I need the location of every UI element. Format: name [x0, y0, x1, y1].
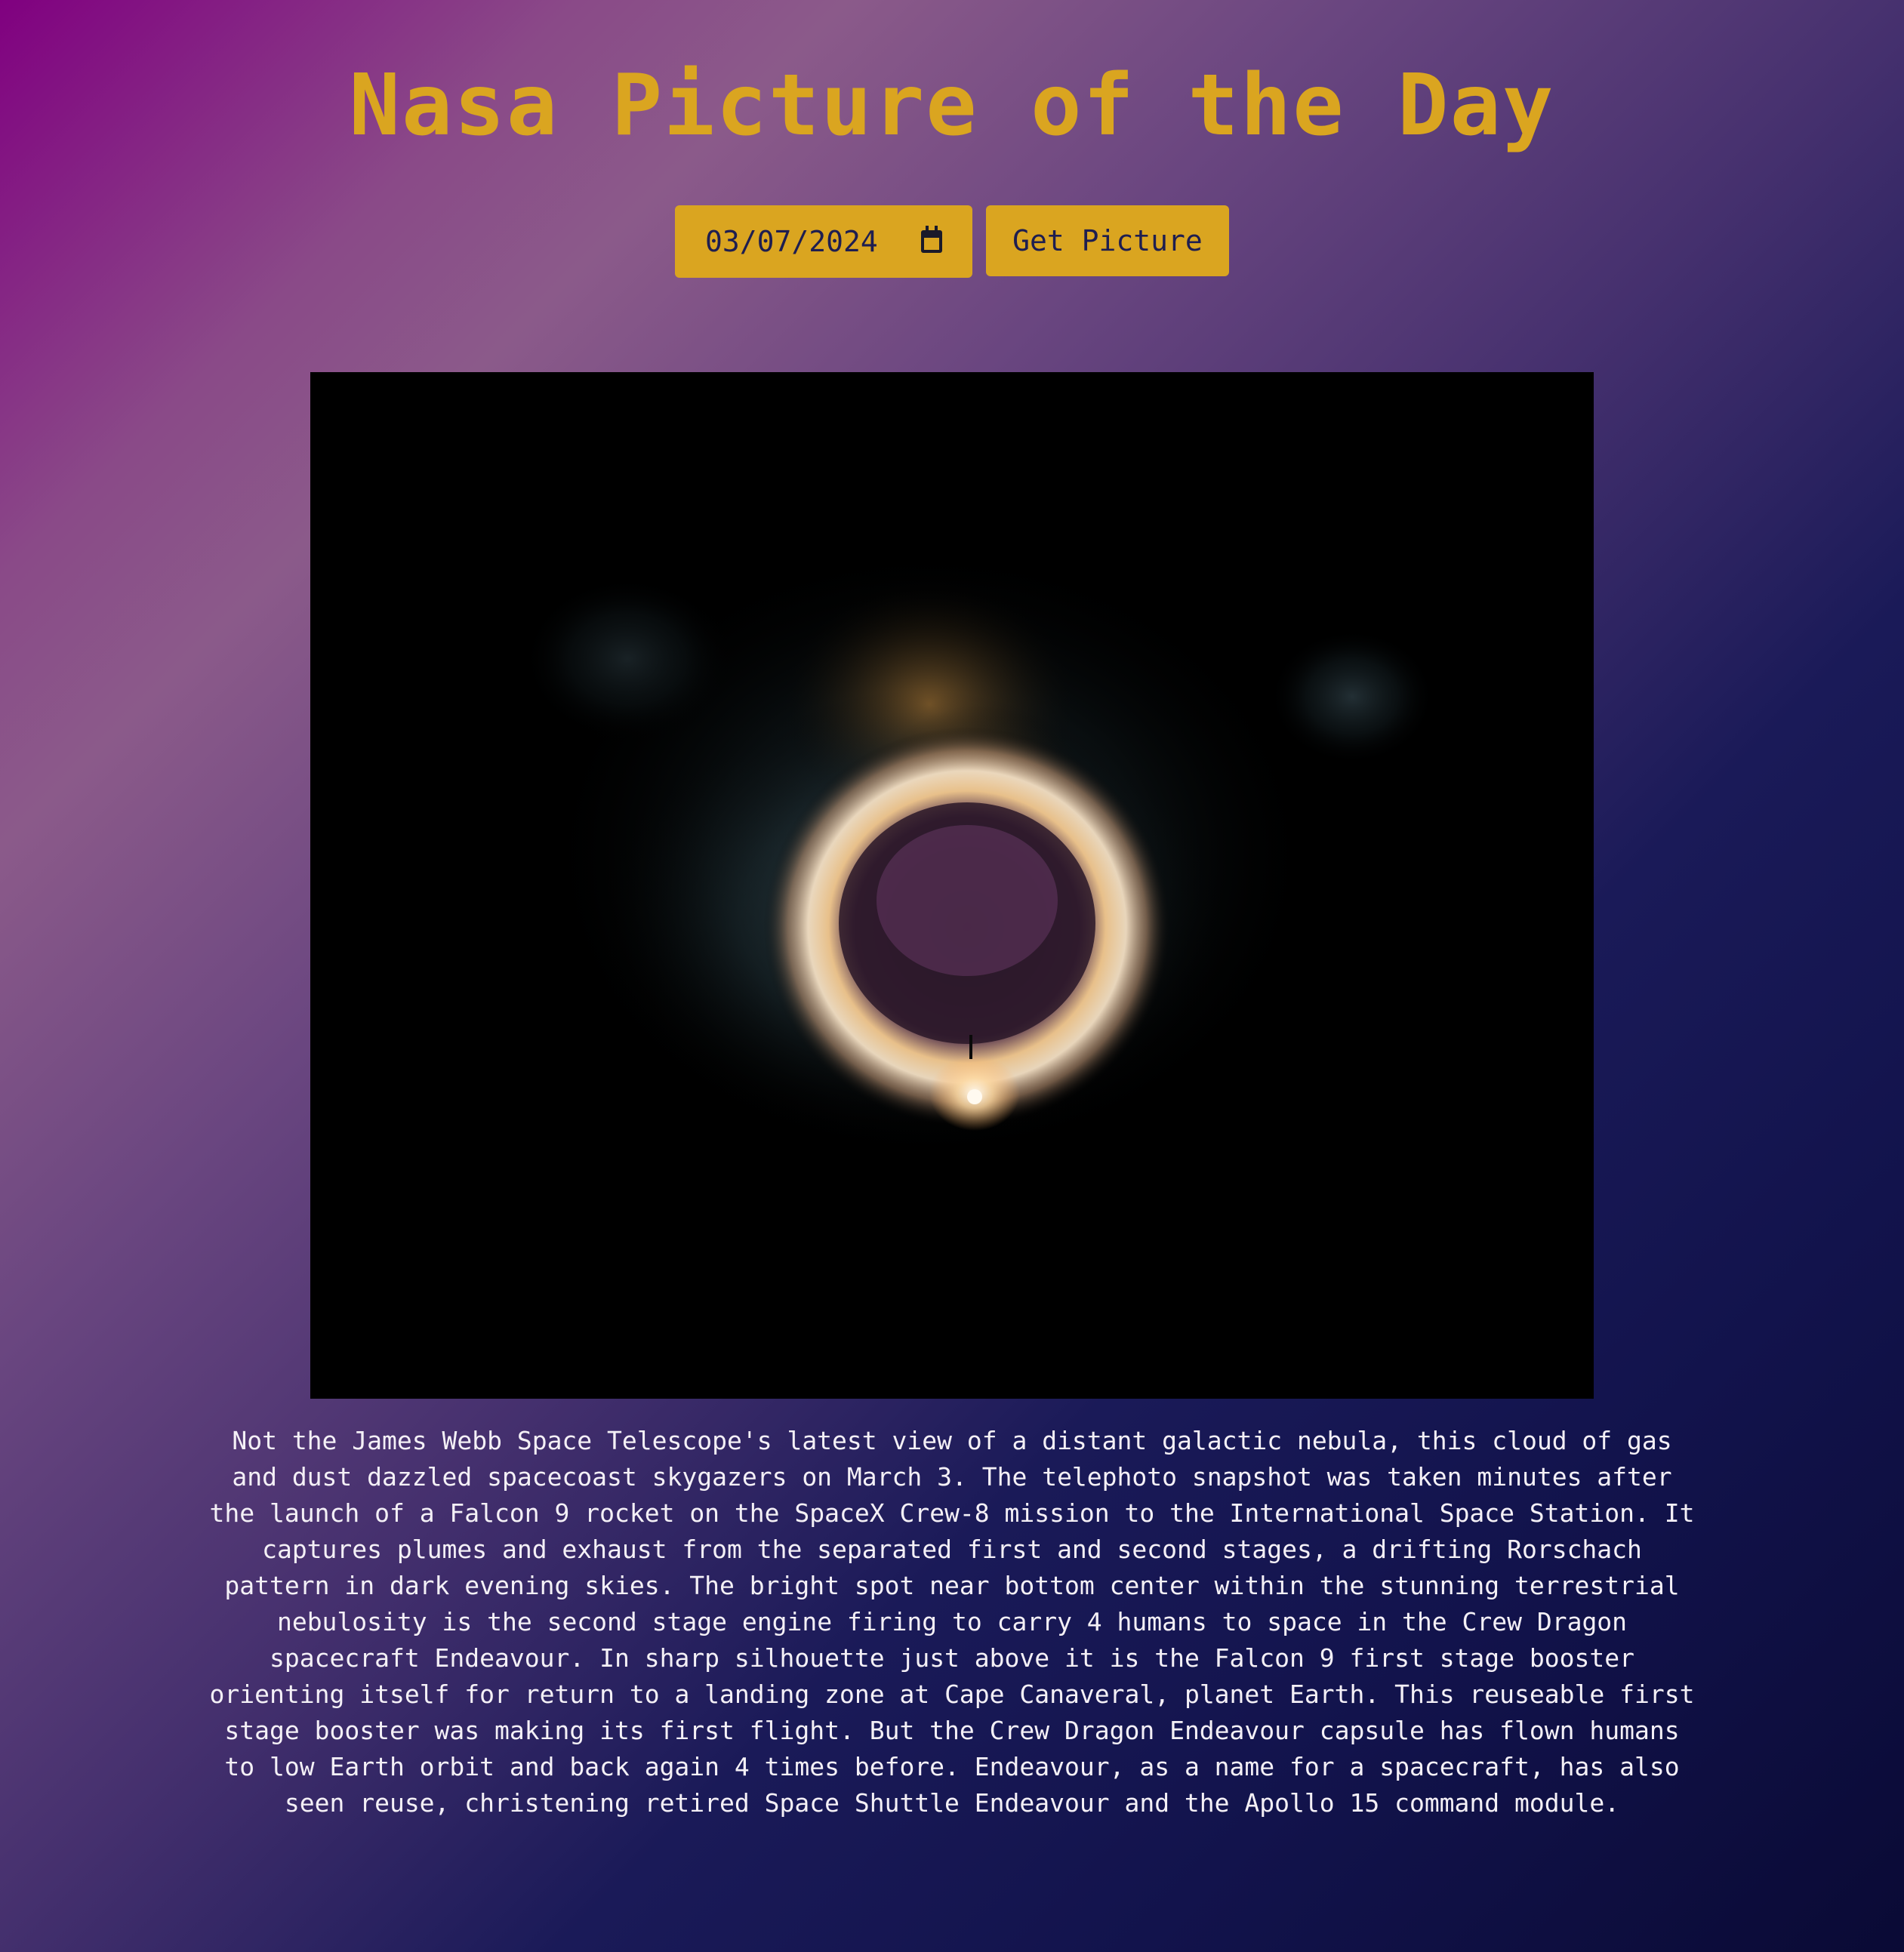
date-controls: 03/07/2024 Get Picture	[0, 205, 1904, 278]
picture-explanation: Not the James Webb Space Telescope's lat…	[209, 1426, 1695, 1818]
get-picture-button[interactable]: Get Picture	[986, 205, 1229, 276]
date-value: 03/07/2024	[705, 225, 878, 258]
page-title: Nasa Picture of the Day	[349, 57, 1555, 155]
date-input[interactable]: 03/07/2024	[675, 205, 972, 278]
picture-of-the-day-image	[310, 372, 1594, 1399]
calendar-icon[interactable]	[921, 226, 942, 253]
